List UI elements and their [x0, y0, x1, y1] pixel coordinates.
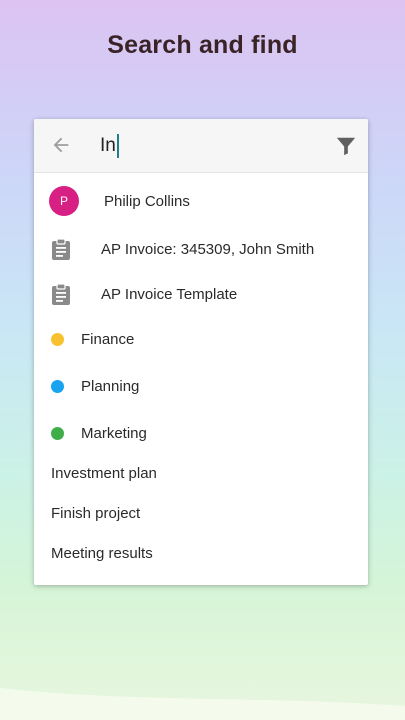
tag-color-dot	[51, 332, 64, 346]
tag-label: Marketing	[81, 424, 147, 442]
contact-name: Philip Collins	[104, 192, 190, 210]
document-title: AP Invoice: 345309, John Smith	[101, 240, 315, 258]
clipboard-icon	[52, 238, 70, 260]
filter-icon[interactable]	[335, 135, 357, 157]
result-tag-finance[interactable]: Finance	[34, 319, 368, 359]
search-bar: In	[34, 119, 368, 173]
result-document[interactable]: AP Invoice Template	[34, 274, 368, 314]
tag-label: Planning	[81, 377, 140, 395]
result-tag-marketing[interactable]: Marketing	[34, 413, 368, 453]
search-card: In P Philip Collins AP Invoice: 345309, …	[34, 119, 368, 585]
result-text-label: Investment plan	[51, 464, 157, 482]
avatar: P	[49, 186, 79, 216]
page-headline: Search and find	[107, 31, 298, 59]
decorative-wave	[0, 688, 405, 720]
result-text[interactable]: Meeting results	[34, 533, 368, 573]
tag-color-dot	[51, 379, 64, 393]
clipboard-icon	[52, 283, 70, 305]
tag-label: Finance	[81, 330, 135, 348]
result-contact[interactable]: P Philip Collins	[34, 181, 368, 221]
avatar-initial: P	[59, 194, 68, 208]
result-tag-planning[interactable]: Planning	[34, 366, 368, 406]
result-document[interactable]: AP Invoice: 345309, John Smith	[34, 229, 368, 269]
result-text-label: Meeting results	[51, 544, 153, 562]
document-title: AP Invoice Template	[101, 285, 238, 303]
result-text[interactable]: Finish project	[34, 493, 368, 533]
tag-color-dot	[51, 426, 64, 440]
text-caret	[116, 134, 119, 158]
search-input[interactable]: In	[100, 131, 119, 161]
result-text[interactable]: Investment plan	[34, 453, 368, 493]
arrow-left-icon[interactable]	[50, 134, 72, 156]
search-query-text: In	[100, 135, 116, 156]
result-text-label: Finish project	[51, 504, 141, 522]
